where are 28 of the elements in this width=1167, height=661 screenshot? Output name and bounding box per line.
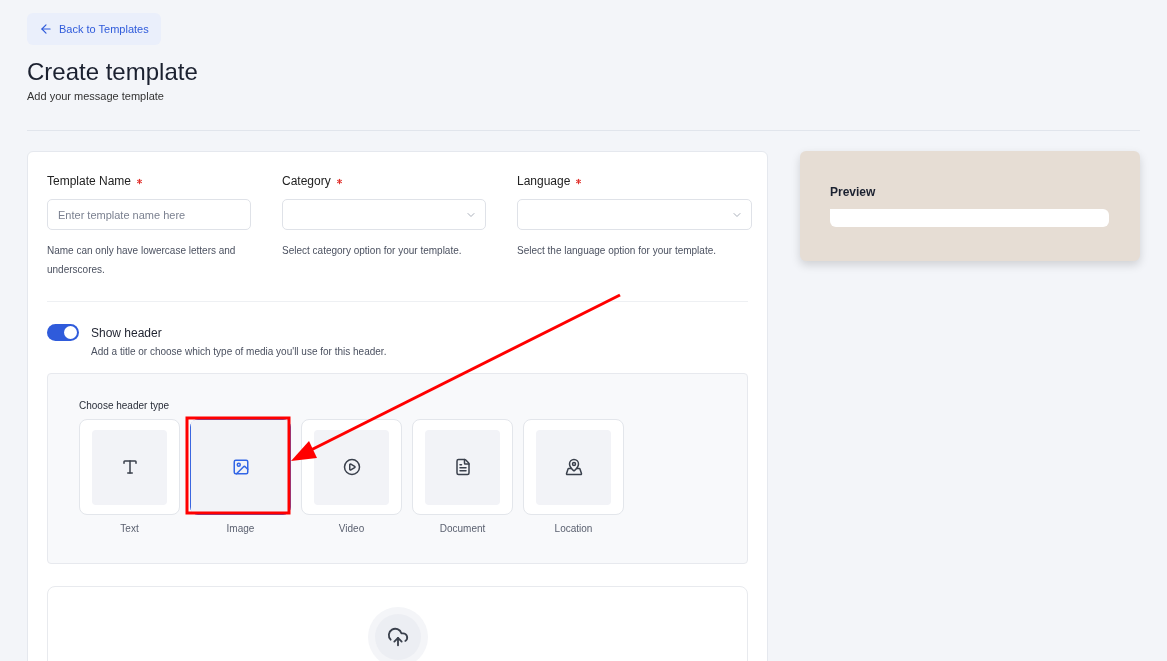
document-icon <box>453 458 472 476</box>
location-pin-icon <box>564 458 583 476</box>
field-label: Template Name <box>47 174 132 190</box>
option-label: Video <box>338 523 365 534</box>
select-field[interactable] <box>282 199 486 230</box>
page-title: Create template <box>27 58 199 86</box>
preview-title: Preview <box>830 185 877 199</box>
help-text: Name can only have lowercase letters and underscores. <box>47 244 237 277</box>
select-field[interactable] <box>517 199 752 230</box>
toggle-label: Show header <box>91 325 162 340</box>
toggle-description: Add a title or choose which type of media you'll use for this header. <box>91 346 388 357</box>
page-subtitle: Add your message template <box>27 90 165 102</box>
help-text: Select category option for your template. <box>282 244 463 258</box>
help-text: Select the language option for your template. <box>517 244 718 258</box>
input-field[interactable]: Enter template name here <box>47 199 251 230</box>
field-label: Language <box>517 174 571 190</box>
panel-label: Choose header type <box>79 400 171 411</box>
option-label: Image <box>226 523 255 534</box>
back-button[interactable]: Back to Templates <box>27 13 161 45</box>
toggle-switch[interactable] <box>47 324 79 341</box>
option-label: Location <box>554 523 593 534</box>
option-label: Text <box>120 523 139 534</box>
image-icon <box>231 458 250 476</box>
play-icon <box>342 458 361 476</box>
option-label: Document <box>439 523 486 534</box>
text-type-icon <box>120 458 139 476</box>
field-label: Category <box>282 174 331 190</box>
upload-icon <box>386 626 409 648</box>
